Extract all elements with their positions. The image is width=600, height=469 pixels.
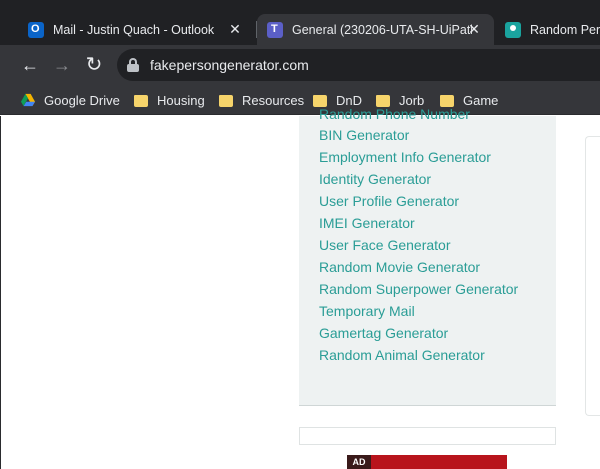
address-bar[interactable]: fakepersongenerator.com — [117, 49, 600, 81]
ad-label: AD — [347, 455, 371, 469]
bookmarks-bar: Google Drive Housing Resources DnD Jorb … — [0, 85, 600, 115]
tab-outlook-mail[interactable]: Mail - Justin Quach - Outlook ✕ — [18, 14, 255, 45]
back-button[interactable]: ← — [18, 53, 42, 77]
sidebar-link[interactable]: Random Superpower Generator — [319, 281, 518, 297]
teams-icon — [267, 21, 283, 38]
sidebar-link[interactable]: User Profile Generator — [319, 193, 459, 209]
window-border — [0, 116, 1, 469]
close-tab-icon[interactable]: ✕ — [466, 21, 482, 37]
folder-icon — [134, 94, 148, 107]
sidebar-link[interactable]: BIN Generator — [319, 127, 409, 143]
advertisement[interactable]: AD — [347, 455, 507, 469]
folder-icon — [313, 94, 327, 107]
sidebar-link[interactable]: User Face Generator — [319, 237, 451, 253]
sidebar-link[interactable]: Temporary Mail — [319, 303, 415, 319]
sidebar-link-random-phone-number[interactable]: Random Phone Number — [319, 106, 470, 122]
page-content: Random Phone Number BIN Generator Employme… — [0, 106, 600, 469]
browser-toolbar: ← → ↻ fakepersongenerator.com — [0, 45, 600, 85]
sidebar-link[interactable]: Random Animal Generator — [319, 347, 485, 363]
bookmark-label: Resources — [242, 92, 305, 108]
bookmark-resources[interactable]: Resources — [219, 90, 304, 110]
tab-random-person[interactable]: Random Person — [495, 14, 600, 45]
lock-icon[interactable] — [127, 58, 139, 72]
bookmark-google-drive[interactable]: Google Drive — [21, 90, 120, 110]
sidebar-link[interactable]: IMEI Generator — [319, 215, 415, 231]
outlook-icon — [28, 21, 44, 38]
sidebar-link[interactable]: Employment Info Generator — [319, 149, 491, 165]
folder-icon — [376, 94, 390, 107]
google-drive-icon — [21, 93, 35, 107]
sidebar-link[interactable]: Gamertag Generator — [319, 325, 448, 341]
forward-button[interactable]: → — [50, 53, 74, 77]
person-icon — [505, 21, 521, 38]
sidebar-link[interactable]: Identity Generator — [319, 171, 431, 187]
tab-title: General (230206-UTA-SH-UiPath) — [292, 22, 472, 37]
sidebar-empty-box — [299, 427, 556, 445]
tab-title: Random Person — [530, 22, 600, 37]
content-card — [585, 136, 600, 416]
sidebar-link[interactable]: Random Movie Generator — [319, 259, 480, 275]
bookmark-label: Google Drive — [44, 92, 120, 108]
bookmark-label: Housing — [157, 92, 205, 108]
close-tab-icon[interactable]: ✕ — [227, 21, 243, 37]
folder-icon — [440, 94, 454, 107]
reload-button[interactable]: ↻ — [82, 53, 106, 77]
tab-teams-general[interactable]: General (230206-UTA-SH-UiPath) ✕ — [257, 14, 494, 45]
folder-icon — [219, 94, 233, 107]
bookmark-housing[interactable]: Housing — [134, 90, 205, 110]
tab-title: Mail - Justin Quach - Outlook — [53, 22, 215, 37]
url-text: fakepersongenerator.com — [150, 57, 309, 73]
tab-strip: Mail - Justin Quach - Outlook ✕ General … — [0, 0, 600, 45]
